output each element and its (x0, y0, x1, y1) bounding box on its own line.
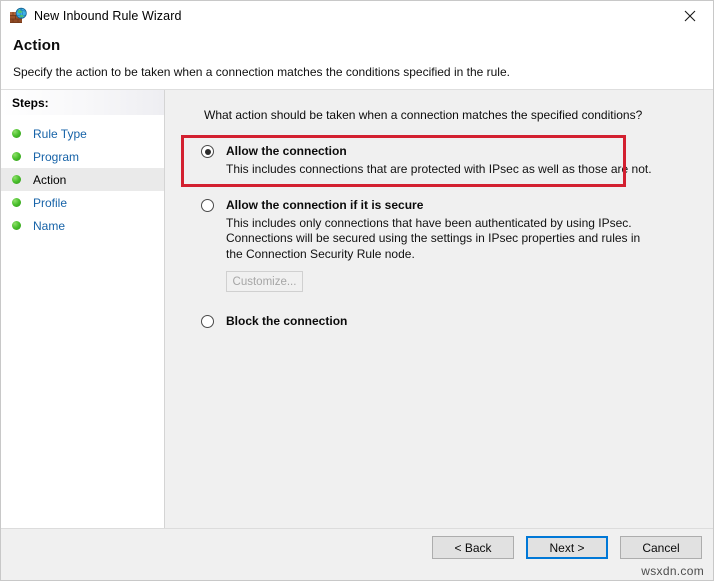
sidebar-item-label: Name (33, 218, 66, 233)
option-title: Allow the connection (226, 144, 347, 158)
footer-divider (1, 528, 713, 529)
sidebar-item-label: Rule Type (33, 126, 87, 141)
wizard-window: New Inbound Rule Wizard Action Specify t… (0, 0, 714, 581)
radio-allow-if-secure[interactable] (201, 198, 214, 212)
sidebar-item-profile[interactable]: Profile (1, 191, 164, 214)
page-title: Action (13, 37, 61, 54)
wizard-body: Steps: Rule Type Program Action Profile (1, 90, 713, 528)
option-title: Block the connection (226, 314, 348, 328)
action-options-group: Allow the connection This includes conne… (165, 135, 713, 328)
cancel-button[interactable]: Cancel (620, 536, 702, 559)
sidebar-item-label: Action (33, 172, 67, 187)
option-description: This includes only connections that have… (226, 215, 641, 261)
back-button[interactable]: < Back (432, 536, 514, 559)
sidebar-item-action[interactable]: Action (1, 168, 164, 191)
option-description: This includes connections that are prote… (226, 162, 652, 176)
step-bullet-icon (12, 175, 21, 184)
radio-block-connection[interactable] (201, 315, 214, 328)
next-button[interactable]: Next > (526, 536, 608, 559)
sidebar-item-label: Profile (33, 195, 68, 210)
title-bar: New Inbound Rule Wizard (1, 1, 713, 31)
footer-button-row: < Back Next > Cancel (432, 536, 702, 559)
window-title: New Inbound Rule Wizard (34, 9, 182, 23)
step-bullet-icon (12, 152, 21, 161)
step-bullet-icon (12, 129, 21, 138)
option-allow-if-secure[interactable]: Allow the connection if it is secure Thi… (165, 197, 713, 292)
close-icon[interactable] (667, 1, 713, 31)
wizard-footer: < Back Next > Cancel wsxdn.com (1, 528, 713, 580)
sidebar-item-rule-type[interactable]: Rule Type (1, 122, 164, 145)
firewall-globe-icon (9, 7, 27, 25)
sidebar-item-label: Program (33, 149, 80, 164)
option-title: Allow the connection if it is secure (226, 197, 424, 212)
option-block-connection[interactable]: Block the connection (165, 314, 713, 328)
content-pane: What action should be taken when a conne… (165, 90, 713, 528)
steps-list: Rule Type Program Action Profile Name (1, 122, 164, 237)
steps-sidebar: Steps: Rule Type Program Action Profile (1, 90, 165, 528)
option-allow-connection[interactable]: Allow the connection This includes conne… (165, 135, 713, 187)
page-subtitle: Specify the action to be taken when a co… (13, 65, 510, 79)
watermark: wsxdn.com (641, 564, 704, 578)
red-highlight-box (181, 135, 626, 187)
action-question: What action should be taken when a conne… (204, 108, 643, 122)
sidebar-item-name[interactable]: Name (1, 214, 164, 237)
step-bullet-icon (12, 221, 21, 230)
steps-heading: Steps: (1, 90, 164, 116)
customize-button: Customize... (226, 271, 303, 292)
sidebar-item-program[interactable]: Program (1, 145, 164, 168)
page-header: Action Specify the action to be taken wh… (1, 31, 713, 90)
radio-allow-connection[interactable] (201, 145, 214, 158)
step-bullet-icon (12, 198, 21, 207)
